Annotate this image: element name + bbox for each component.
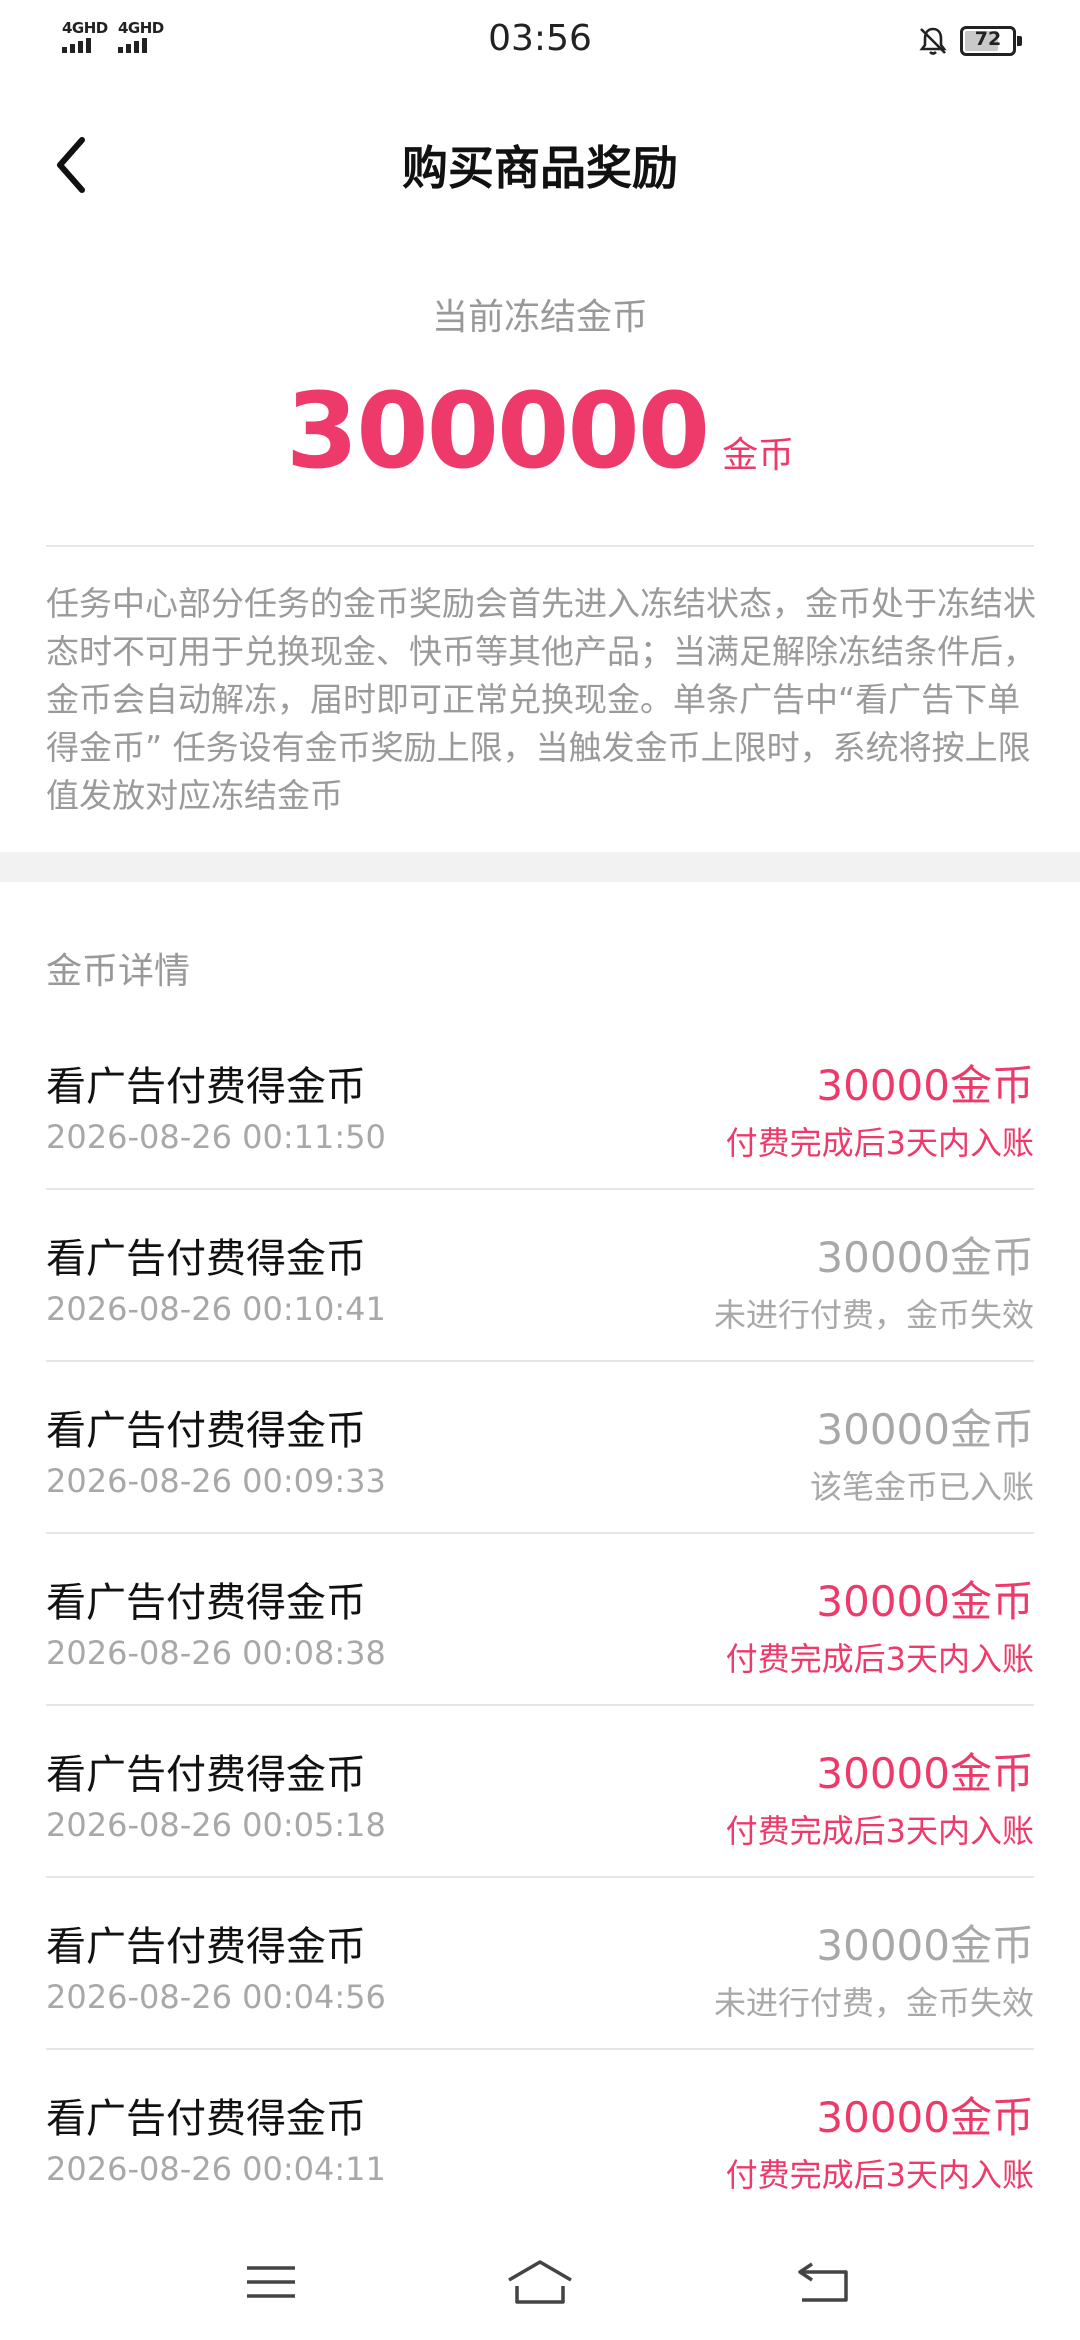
item-amount: 30000金币 xyxy=(816,1233,1034,1282)
home-icon xyxy=(508,2260,572,2304)
item-time: 2026-08-26 00:08:38 xyxy=(46,1634,386,1672)
item-amount: 30000金币 xyxy=(816,1061,1034,1110)
item-status-note: 未进行付费，金币失效 xyxy=(713,1296,1034,1334)
item-title: 看广告付费得金币 xyxy=(46,1752,366,1798)
list-item[interactable]: 看广告付费得金币 2026-08-26 00:05:18 30000金币付费完成后3… xyxy=(46,1706,1034,1878)
return-button[interactable] xyxy=(764,2232,884,2332)
item-status-note: 未进行付费，金币失效 xyxy=(713,1984,1034,2022)
item-time: 2026-08-26 00:04:11 xyxy=(46,2150,386,2188)
list-item[interactable]: 看广告付费得金币 2026-08-26 00:11:50 30000金币付费完成后3… xyxy=(46,1018,1034,1190)
list-item[interactable]: 看广告付费得金币 2026-08-26 00:10:41 30000金币未进行付费，… xyxy=(46,1190,1034,1362)
list-item[interactable]: 看广告付费得金币 2026-08-26 00:09:33 30000金币该笔金币已入… xyxy=(46,1362,1034,1534)
item-amount: 30000金币 xyxy=(816,1577,1034,1626)
menu-icon xyxy=(247,2266,295,2298)
list-item[interactable]: 看广告付费得金币 2026-08-26 00:04:56 30000金币未进行付费，… xyxy=(46,1878,1034,2050)
system-nav-bar xyxy=(0,2232,1080,2332)
item-title: 看广告付费得金币 xyxy=(46,1924,366,1970)
item-time: 2026-08-26 00:04:56 xyxy=(46,1978,386,2016)
battery-percent: 72 xyxy=(974,28,1002,50)
item-amount: 30000金币 xyxy=(816,2093,1034,2142)
frozen-coins-amount: 300000 金币 xyxy=(0,370,1080,492)
item-time: 2026-08-26 00:09:33 xyxy=(46,1462,386,1500)
item-amount: 30000金币 xyxy=(816,1921,1034,1970)
status-bar: 4GHD 4GHD 03:56 72 xyxy=(0,0,1080,84)
item-title: 看广告付费得金币 xyxy=(46,1408,366,1454)
item-title: 看广告付费得金币 xyxy=(46,2096,366,2142)
description-text: 任务中心部分任务的金币奖励会首先进入冻结状态，金币处于冻结状态时不可用于兑换现金… xyxy=(46,584,1036,815)
list-item[interactable]: 看广告付费得金币 2026-08-26 00:04:11 30000金币付费完成后3… xyxy=(46,2050,1034,2222)
item-amount: 30000金币 xyxy=(816,1749,1034,1798)
item-time: 2026-08-26 00:10:41 xyxy=(46,1290,386,1328)
section-separator xyxy=(0,852,1080,882)
bell-off-icon xyxy=(919,27,947,55)
item-time: 2026-08-26 00:05:18 xyxy=(46,1806,386,1844)
item-title: 看广告付费得金币 xyxy=(46,1236,366,1282)
divider xyxy=(46,545,1034,547)
menu-button[interactable] xyxy=(211,2232,331,2332)
item-status-note: 付费完成后3天内入账 xyxy=(725,1124,1034,1162)
item-status-note: 该笔金币已入账 xyxy=(809,1468,1034,1506)
item-status-note: 付费完成后3天内入账 xyxy=(725,1640,1034,1678)
frozen-coins-label: 当前冻结金币 xyxy=(431,297,648,338)
nav-bar: 购买商品奖励 xyxy=(0,100,1080,230)
return-icon xyxy=(798,2262,848,2302)
item-title: 看广告付费得金币 xyxy=(46,1064,366,1110)
battery-icon: 72 xyxy=(960,26,1022,56)
section-title: 金币详情 xyxy=(46,951,191,992)
coin-detail-list: 看广告付费得金币 2026-08-26 00:11:50 30000金币 付费完成后3… xyxy=(46,1018,1034,2222)
item-title: 看广告付费得金币 xyxy=(46,1580,366,1626)
item-status-note: 付费完成后3天内入账 xyxy=(725,1812,1034,1850)
item-amount: 30000金币 xyxy=(816,1405,1034,1454)
item-status-note: 付费完成后3天内入账 xyxy=(725,2156,1034,2194)
frozen-coins-value: 300000 xyxy=(285,370,710,492)
frozen-coins-unit: 金币 xyxy=(722,435,795,476)
list-item[interactable]: 看广告付费得金币 2026-08-26 00:08:38 30000金币付费完成后3… xyxy=(46,1534,1034,1706)
page-title: 购买商品奖励 xyxy=(402,141,678,195)
item-time: 2026-08-26 00:11:50 xyxy=(46,1118,386,1156)
home-button[interactable] xyxy=(480,2232,600,2332)
